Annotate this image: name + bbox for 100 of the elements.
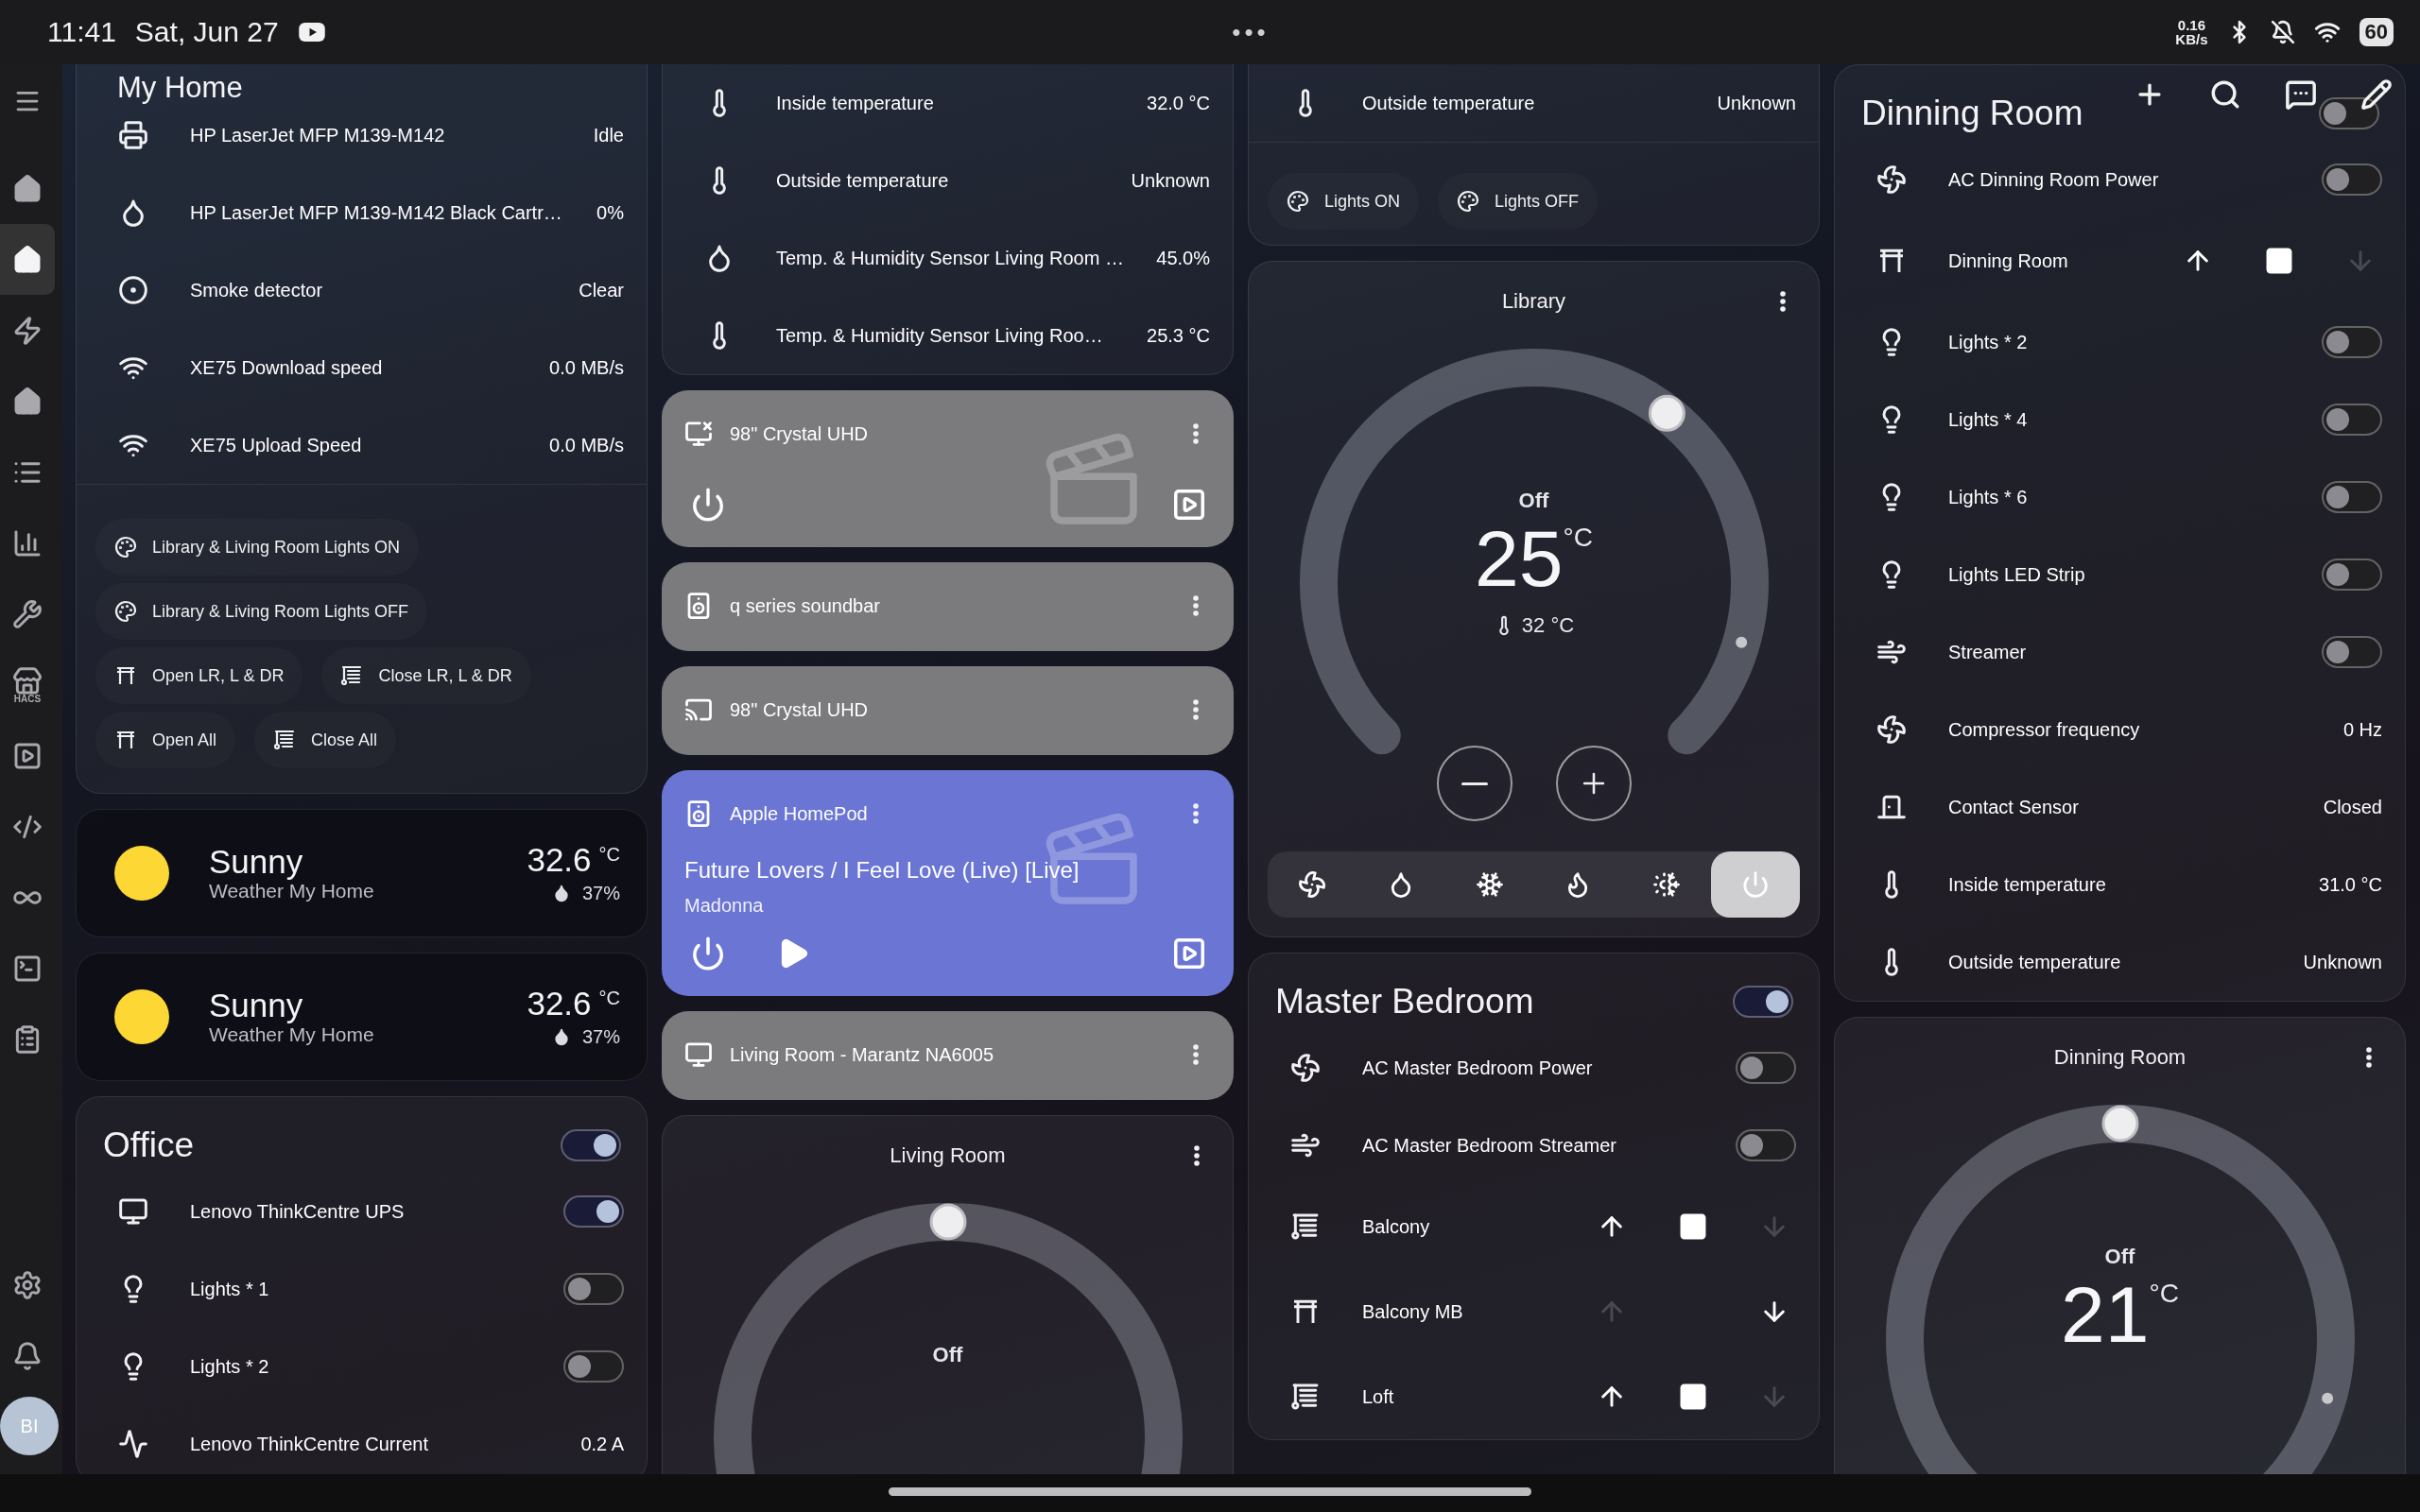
battery-level: 60: [2359, 18, 2394, 46]
card-title: Office: [103, 1125, 194, 1165]
entity-name: Lights LED Strip: [1948, 563, 2086, 586]
pulse-icon: [118, 1429, 148, 1459]
palette-icon: [114, 536, 137, 558]
more-icon: [1193, 1044, 1199, 1065]
search-icon: [2209, 78, 2241, 111]
hvac-state: Off: [2104, 1245, 2135, 1269]
media-name: 98" Crystal UHD: [730, 422, 869, 445]
entity-value: 32.0 °C: [1147, 92, 1210, 114]
weather-condition: Sunny: [209, 843, 304, 881]
network-unit: KB/s: [2175, 32, 2208, 46]
toggle-switch[interactable]: [2319, 97, 2379, 129]
media-name: q series soundbar: [730, 594, 881, 617]
scene-button[interactable]: Lights ON: [1268, 173, 1420, 230]
power-icon: [1741, 870, 1771, 899]
mode-button[interactable]: [1711, 851, 1800, 918]
lightning-icon: [12, 315, 43, 346]
entity-name: Dinning Room: [1948, 249, 2069, 272]
toggle-switch[interactable]: [1736, 1129, 1796, 1161]
toggle-switch[interactable]: [2322, 404, 2382, 436]
settings-icon: [12, 1269, 43, 1300]
toggle-switch[interactable]: [2322, 558, 2382, 591]
toggle-switch[interactable]: [563, 1350, 624, 1383]
toggle-switch[interactable]: [561, 1129, 621, 1161]
toggle-switch[interactable]: [2322, 163, 2382, 196]
blinds-icon: [340, 664, 364, 687]
toggle-switch[interactable]: [2322, 481, 2382, 513]
current-temperature: 32 °C: [1521, 613, 1575, 638]
entity-name: Loft: [1362, 1385, 1395, 1408]
decrease-button[interactable]: [1436, 746, 1512, 821]
sidebar-item[interactable]: [0, 224, 55, 295]
entity-name: Contact Sensor: [1948, 796, 2080, 818]
more-icon: [1193, 423, 1199, 444]
entity-name: AC Master Bedroom Streamer: [1362, 1134, 1617, 1157]
slider-thumb[interactable]: [2101, 1105, 2138, 1143]
square-icon: [2264, 246, 2294, 276]
entity-value: Unknown: [1131, 169, 1210, 192]
scene-button[interactable]: Close All: [254, 712, 397, 768]
network-speed: 0.16: [2177, 18, 2205, 32]
bell-icon: [12, 1340, 43, 1371]
fan-icon: [1876, 164, 1907, 195]
entity-value: Unknown: [1717, 92, 1796, 114]
slider-thumb[interactable]: [929, 1203, 966, 1241]
marker-dot: [2321, 1392, 2333, 1404]
entity-value: Unknown: [2303, 951, 2382, 973]
chat-icon: [2285, 78, 2317, 111]
palette-icon: [1287, 190, 1309, 213]
sidebar-item[interactable]: HACS: [0, 649, 55, 720]
monitor-icon: [684, 1040, 713, 1069]
media-title: Future Lovers / I Feel Love (Live) [Live]: [684, 857, 1080, 884]
thermostat-name: Library: [1501, 289, 1566, 314]
monitor-icon: [118, 1196, 148, 1227]
scene-button[interactable]: Close LR, L & DR: [321, 647, 531, 704]
entity-name: Balcony MB: [1362, 1300, 1464, 1323]
temperature-unit: °C: [1563, 523, 1593, 553]
toggle-switch[interactable]: [563, 1195, 624, 1228]
house-icon: [12, 244, 43, 275]
dashboard-title: My Home: [117, 72, 243, 105]
scene-button[interactable]: Library & Living Room Lights ON: [95, 519, 420, 576]
toggle-switch[interactable]: [563, 1273, 624, 1305]
more-icon: [1194, 1145, 1200, 1166]
frame-icon: [114, 664, 137, 687]
thermostat-name: Living Room: [890, 1143, 1006, 1168]
more-icon: [1780, 291, 1786, 312]
minus-icon: [1461, 782, 1488, 785]
entity-name: Lights * 2: [190, 1355, 270, 1378]
entity-value: 31.0 °C: [2319, 873, 2382, 896]
temperature: 32.6: [527, 986, 592, 1022]
printer-icon: [118, 120, 148, 150]
toggle-switch[interactable]: [1736, 1052, 1796, 1084]
entity-name: Outside temperature: [1948, 951, 2122, 973]
pencil-icon: [2360, 78, 2393, 111]
media-name: Living Room - Marantz NA6005: [730, 1043, 994, 1066]
media-name: 98" Crystal UHD: [730, 698, 869, 721]
sun-snow-icon: [1652, 870, 1682, 899]
more-icon: [1193, 803, 1199, 824]
scene-button[interactable]: Open All: [95, 712, 236, 768]
power-icon: [690, 936, 726, 971]
entity-name: Inside temperature: [776, 92, 935, 114]
scene-button[interactable]: Open LR, L & DR: [95, 647, 303, 704]
entity-value: 0%: [596, 201, 624, 224]
entity-name: Temp. & Humidity Sensor Living Roo…: [776, 324, 1104, 347]
entity-value: Idle: [593, 124, 624, 146]
increase-button[interactable]: [1555, 746, 1632, 821]
temperature-unit: °C: [2149, 1279, 2179, 1309]
entity-name: Lights * 1: [190, 1278, 270, 1300]
humidity: 37%: [581, 1025, 620, 1048]
weather-name: Weather My Home: [209, 1023, 375, 1047]
card-title: Dinning Room: [1861, 94, 2083, 133]
wrench-icon: [12, 598, 43, 629]
slider-thumb[interactable]: [1648, 394, 1685, 432]
fan-icon: [1290, 1053, 1321, 1083]
power-icon: [690, 487, 726, 523]
scene-button[interactable]: Library & Living Room Lights OFF: [95, 583, 428, 640]
toggle-switch[interactable]: [1733, 986, 1793, 1018]
scene-button[interactable]: Lights OFF: [1438, 173, 1599, 230]
toggle-switch[interactable]: [2322, 636, 2382, 668]
fan-icon: [1876, 714, 1907, 745]
toggle-switch[interactable]: [2322, 326, 2382, 358]
